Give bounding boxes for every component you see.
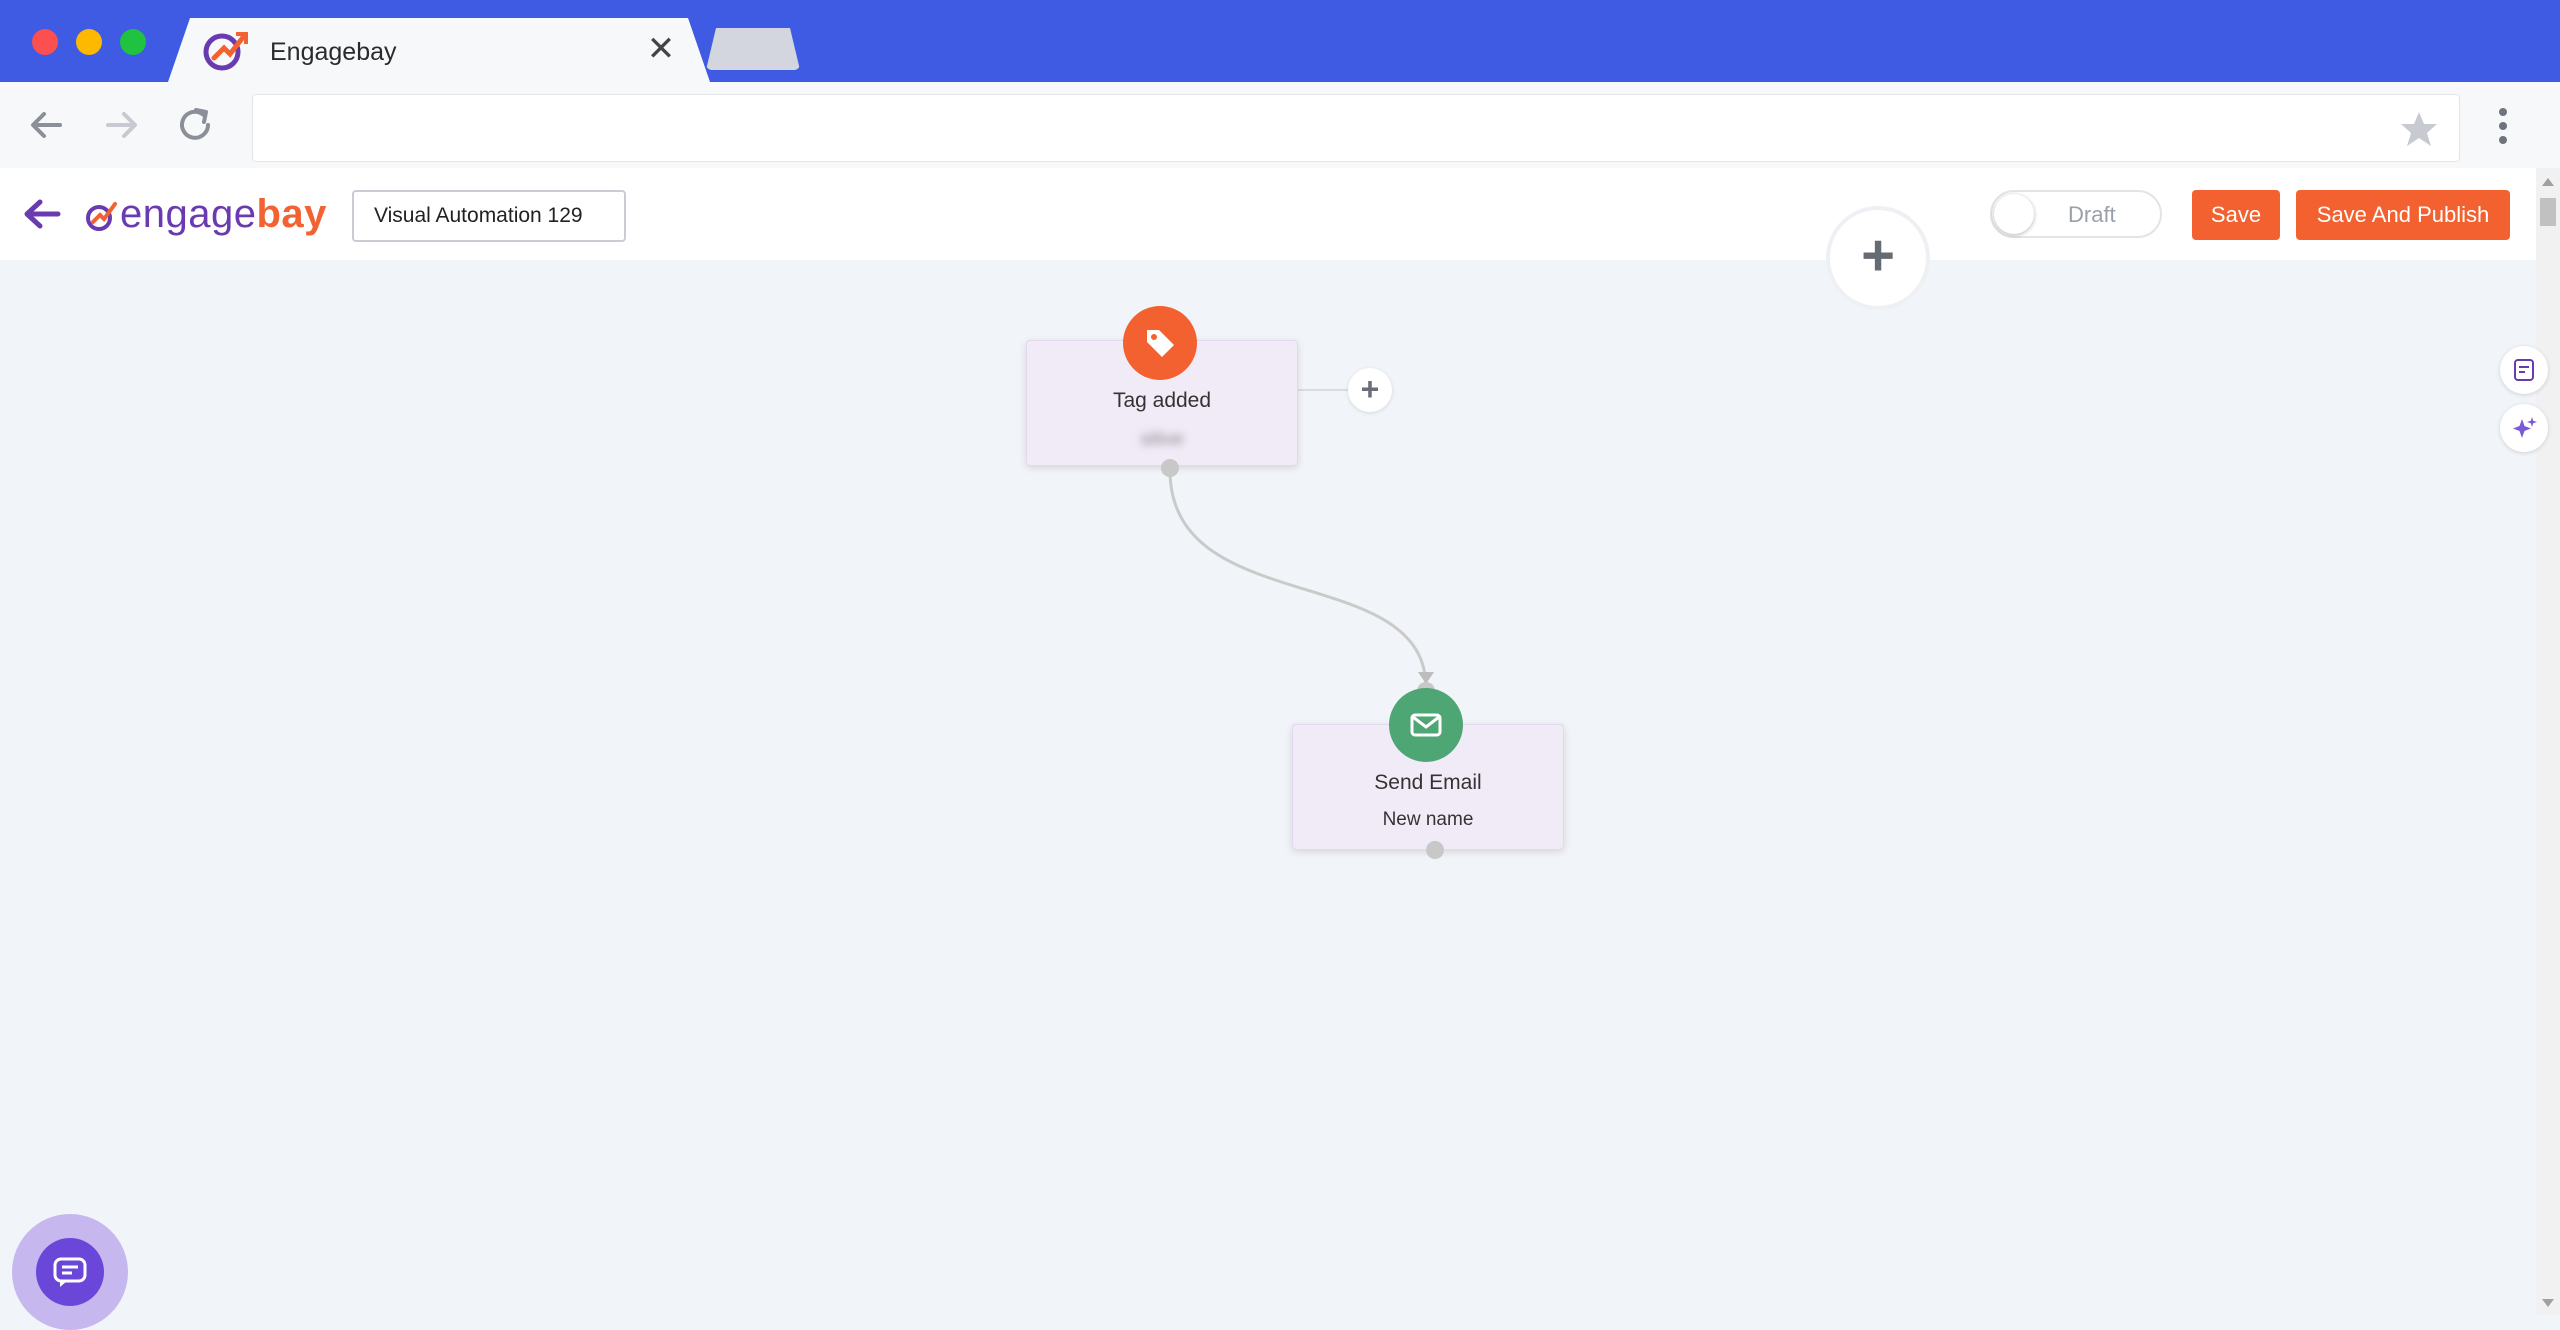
plus-icon: + (1360, 371, 1380, 407)
tag-icon (1147, 330, 1174, 357)
output-port[interactable] (1426, 841, 1444, 859)
chat-widget-button[interactable] (12, 1214, 128, 1330)
output-port[interactable] (1161, 459, 1179, 477)
connector-layer (1168, 389, 1434, 689)
chat-button-inner (36, 1238, 104, 1306)
node-title: Send Email (1374, 771, 1482, 794)
add-branch-button[interactable]: + (1348, 368, 1392, 412)
node-subtitle: sitive (1140, 429, 1184, 450)
node-connector-line (1168, 469, 1428, 689)
chat-bubble-icon (53, 1257, 87, 1287)
email-node-icon (1389, 688, 1463, 762)
tag-node-icon (1123, 306, 1197, 380)
node-title: Tag added (1112, 389, 1212, 412)
envelope-icon (1410, 713, 1442, 737)
node-subtitle: New name (1382, 809, 1474, 830)
